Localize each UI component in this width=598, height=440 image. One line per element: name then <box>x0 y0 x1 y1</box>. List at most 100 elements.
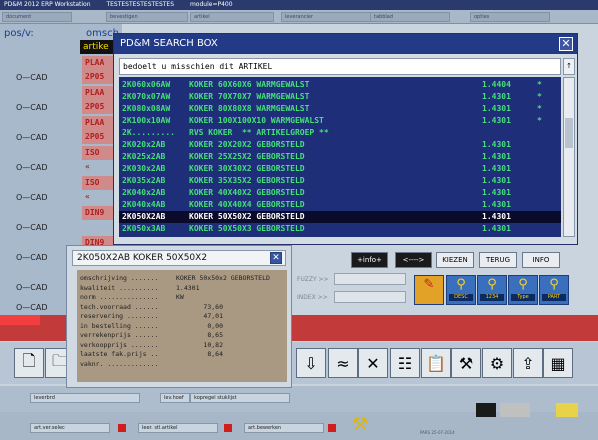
close-icon[interactable]: ✕ <box>559 37 573 51</box>
footer-field-kopregel[interactable]: kopregel stuklijst <box>190 393 290 403</box>
search-results-list[interactable]: 2K060x06AW KOKER 60X60X6 WARMGEWALST 1.440… <box>119 77 561 237</box>
result-code: 2K025x2AB <box>122 152 166 161</box>
detail-label: vaknr. ............. <box>80 359 159 368</box>
search-result-row[interactable]: 2K025x2AB KOKER 25X25X2 GEBORSTELD 1.4301 <box>119 151 561 163</box>
search-result-row[interactable]: 2K100x10AW KOKER 100X100X10 WARMGEWALST 1.… <box>119 115 561 127</box>
window-title-user: TESTESTESTESTESTES <box>106 1 175 8</box>
result-desc: KOKER 80X80X8 WARMGEWALST <box>189 104 310 113</box>
new-document-icon[interactable]: 🗋 <box>14 348 44 378</box>
bg-row[interactable]: ISO <box>16 176 120 190</box>
menu-bar: document bevestigen artikel leverancier … <box>0 10 598 24</box>
type-tool-label: Type <box>511 294 535 301</box>
footer-field-levhoef[interactable]: lev.hoef <box>160 393 190 403</box>
terug-button[interactable]: TERUG <box>479 252 517 268</box>
gear-wheel-icon[interactable]: ⚙ <box>482 348 512 378</box>
menu-cell-6[interactable]: opties <box>470 12 550 22</box>
search-number-icon: ⚲ <box>487 277 497 292</box>
desc-tool-button[interactable]: ⚲ DESC <box>446 275 476 305</box>
result-code: 2K100x10AW <box>122 116 171 125</box>
close-icon[interactable]: ✕ <box>270 252 282 264</box>
detail-value: 73,60 <box>203 302 223 311</box>
bg-row[interactable]: DIN9 <box>16 206 120 220</box>
type-tool-button[interactable]: ⚲ Type <box>508 275 538 305</box>
menu-cell-4[interactable]: leverancier <box>281 12 371 22</box>
menu-cell-3[interactable]: artikel <box>190 12 274 22</box>
cad-label: CAD <box>16 73 47 82</box>
footer-field-artbewerken[interactable]: art.bewerken <box>244 423 324 433</box>
part-tool-button[interactable]: ⚲ PART <box>539 275 569 305</box>
result-desc: KOKER 100X100X10 WARMGEWALST <box>189 116 324 125</box>
menu-cell-2[interactable]: bevestigen <box>106 12 188 22</box>
compare-icon[interactable]: ≈ <box>328 348 358 378</box>
number-tool-label: 1234 <box>480 294 504 301</box>
bg-row[interactable]: CAD <box>16 220 120 234</box>
result-code: 2K050X2AB <box>122 212 166 221</box>
result-code: 2K050x3AB <box>122 224 166 233</box>
search-result-row[interactable]: 2K030x2AB KOKER 30X30X2 GEBORSTELD 1.4301 <box>119 163 561 175</box>
delete-icon[interactable]: ✕ <box>358 348 388 378</box>
search-part-icon: ⚲ <box>549 277 559 292</box>
bg-row[interactable]: ISO <box>16 146 120 160</box>
kiezen-button[interactable]: KIEZEN <box>436 252 474 268</box>
export-yellow-icon[interactable]: ⇪ <box>513 348 543 378</box>
search-result-row[interactable]: 2K040x4AB KOKER 40X40X4 GEBORSTELD 1.4301 <box>119 199 561 211</box>
arrows-button[interactable]: <----> <box>395 252 432 268</box>
search-result-row[interactable]: 2K070x07AW KOKER 70X70X7 WARMGEWALST 1.430… <box>119 91 561 103</box>
eraser-tool-button[interactable]: ✎ <box>414 275 444 305</box>
result-desc: KOKER 40X40X4 GEBORSTELD <box>189 200 305 209</box>
bg-row[interactable]: PLAA <box>16 86 120 100</box>
menu-cell-1[interactable]: document <box>2 12 72 22</box>
clipboard-icon[interactable]: 📋 <box>421 348 451 378</box>
search-result-row[interactable]: 2K050X2AB KOKER 50X50X2 GEBORSTELD 1.4301 <box>119 211 561 223</box>
result-desc: KOKER 20X20X2 GEBORSTELD <box>189 140 305 149</box>
status-led-3 <box>328 424 336 432</box>
detail-title-bar: 2K050X2AB KOKER 50X50X2 ✕ <box>72 250 286 266</box>
bg-row[interactable]: CAD2P05 <box>16 70 120 84</box>
tools-icon[interactable]: ⚒ <box>451 348 481 378</box>
scrollbar-thumb[interactable] <box>565 118 573 148</box>
detail-line: omschrijving ....... KOKER 50x50x2 GEBORS… <box>80 274 285 283</box>
result-mat: 1.4301 <box>482 164 511 173</box>
detail-line: laatste fak.prijs .. 8,64 <box>80 350 285 359</box>
query-scroll-icon[interactable]: ↑ <box>563 58 575 75</box>
search-result-row[interactable]: 2K035x2AB KOKER 35X35X2 GEBORSTELD 1.4301 <box>119 175 561 187</box>
number-tool-button[interactable]: ⚲ 1234 <box>477 275 507 305</box>
footer-field-artverselec[interactable]: art.ver.selec <box>30 423 110 433</box>
bg-row[interactable]: PLAA <box>16 56 120 70</box>
info-button[interactable]: INFO <box>522 252 560 268</box>
bg-row[interactable]: CAD2P05 <box>16 100 120 114</box>
calculator-icon[interactable]: ▦ <box>543 348 573 378</box>
export-icon[interactable]: ⇩ <box>296 348 326 378</box>
info-plus-button[interactable]: +info+ <box>351 252 388 268</box>
footer-date: PARS 25-07-2014 <box>420 430 455 435</box>
result-flag: * <box>537 104 542 113</box>
search-result-row[interactable]: 2K040x2AB KOKER 40X40X2 GEBORSTELD 1.4301 <box>119 187 561 199</box>
detail-label: kwaliteit .......... <box>80 283 159 292</box>
search-query-field[interactable]: bedoelt u misschien dit ARTIKEL <box>119 58 561 75</box>
detail-value: 8,65 <box>207 331 223 339</box>
results-scrollbar[interactable] <box>563 77 575 237</box>
detail-value: KOKER 50x50x2 GEBORSTELD <box>176 274 270 282</box>
menu-cell-5[interactable]: tabblad <box>370 12 450 22</box>
index-label: INDEX >> <box>297 294 328 301</box>
index-input[interactable] <box>334 291 406 303</box>
search-desc-icon: ⚲ <box>456 277 466 292</box>
search-result-row[interactable]: 2K......... RVS KOKER ** ARTIKELGROEP ** <box>119 127 561 139</box>
detail-line: reservering ........ 47,01 <box>80 312 285 321</box>
search-result-row[interactable]: 2K060x06AW KOKER 60X60X6 WARMGEWALST 1.440… <box>119 79 561 91</box>
bg-row[interactable]: CAD« <box>16 160 120 174</box>
fuzzy-input[interactable] <box>334 273 406 285</box>
desc-tool-label: DESC <box>449 294 473 301</box>
search-result-row[interactable]: 2K020x2AB KOKER 20X20X2 GEBORSTELD 1.4301 <box>119 139 561 151</box>
search-result-row[interactable]: 2K050x3AB KOKER 50X50X3 GEBORSTELD 1.4301 <box>119 223 561 235</box>
bg-row[interactable]: PLAA <box>16 116 120 130</box>
footer-field-leverbrd[interactable]: leverbrd <box>30 393 140 403</box>
footer-field-leerstl[interactable]: leer. stl.artikel <box>138 423 218 433</box>
bg-row[interactable]: CAD2P05 <box>16 130 120 144</box>
search-result-row[interactable]: 2K080x08AW KOKER 80X80X8 WARMGEWALST 1.430… <box>119 103 561 115</box>
result-flag: * <box>537 116 542 125</box>
bg-row[interactable]: CAD« <box>16 190 120 204</box>
workers-icon: ⚒ <box>352 414 369 435</box>
handshake-icon[interactable]: ☷ <box>390 348 420 378</box>
result-mat: 1.4301 <box>482 176 511 185</box>
